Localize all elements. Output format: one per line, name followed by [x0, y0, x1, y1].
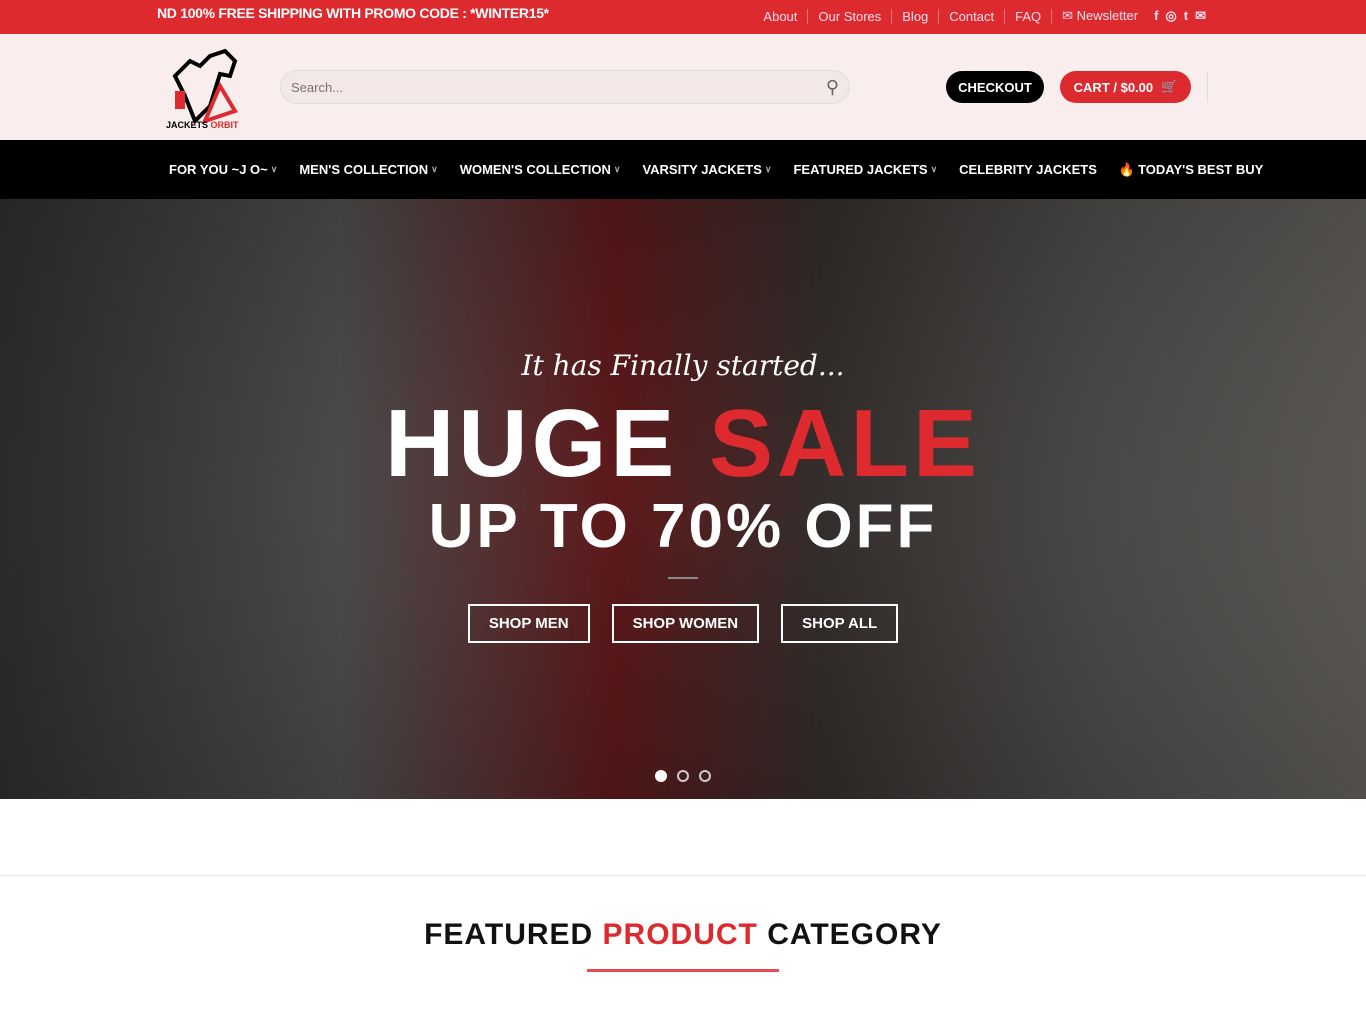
instagram-icon[interactable]: ◎	[1165, 8, 1176, 24]
divider	[1207, 72, 1208, 102]
logo-text: JACKETS ORBIT	[166, 120, 239, 130]
nav-featured-jackets[interactable]: FEATURED JACKETS ∨	[793, 162, 937, 177]
link-our-stores[interactable]: Our Stores	[808, 8, 893, 24]
title-underline	[587, 969, 779, 972]
link-contact[interactable]: Contact	[939, 8, 1006, 24]
email-icon[interactable]: ✉	[1195, 8, 1206, 24]
fire-icon: 🔥	[1118, 161, 1136, 177]
section-divider	[0, 875, 1366, 876]
search-box: ⚲	[280, 70, 850, 104]
top-bar: ND 100% FREE SHIPPING WITH PROMO CODE : …	[0, 0, 1366, 34]
nav-varsity-jackets[interactable]: VARSITY JACKETS ∨	[642, 162, 771, 177]
main-nav: FOR YOU ~J O~ ∨ MEN'S COLLECTION ∨ WOMEN'S…	[0, 140, 1366, 199]
cart-icon: 🛒	[1161, 79, 1178, 94]
slide-dot-3[interactable]	[699, 770, 711, 782]
envelope-icon: ✉	[1062, 8, 1077, 23]
slide-dot-1[interactable]	[655, 770, 667, 782]
section-title: FEATURED PRODUCT CATEGORY	[424, 918, 942, 951]
twitter-icon[interactable]: t	[1184, 8, 1188, 24]
slider-dots	[655, 770, 711, 782]
nav-celebrity-jackets[interactable]: CELEBRITY JACKETS	[959, 162, 1097, 177]
top-links: About Our Stores Blog Contact FAQ ✉ News…	[753, 8, 1206, 24]
hero-subheadline: UP TO 70% OFF	[428, 492, 938, 561]
cart-button[interactable]: CART / $0.00 🛒	[1060, 71, 1191, 103]
checkout-button[interactable]: CHECKOUT	[946, 71, 1044, 103]
hero-slider: It has Finally started... HUGE SALE UP T…	[0, 199, 1366, 799]
shop-women-button[interactable]: SHOP WOMEN	[611, 604, 760, 643]
nav-womens-collection[interactable]: WOMEN'S COLLECTION ∨	[460, 162, 621, 177]
shop-all-button[interactable]: SHOP ALL	[781, 604, 899, 643]
chevron-down-icon: ∨	[270, 164, 278, 174]
nav-todays-best-buy[interactable]: 🔥 TODAY'S BEST BUY	[1119, 162, 1263, 178]
facebook-icon[interactable]: f	[1154, 8, 1158, 24]
hero-headline: HUGE SALE	[384, 390, 982, 497]
shop-men-button[interactable]: SHOP MEN	[467, 604, 590, 643]
chevron-down-icon: ∨	[431, 164, 438, 174]
chevron-down-icon: ∨	[930, 164, 938, 174]
slide-dot-2[interactable]	[677, 770, 689, 782]
nav-for-you[interactable]: FOR YOU ~J O~ ∨	[169, 162, 277, 177]
promo-text: ND 100% FREE SHIPPING WITH PROMO CODE : …	[157, 5, 549, 21]
nav-mens-collection[interactable]: MEN'S COLLECTION ∨	[299, 162, 437, 177]
link-newsletter[interactable]: ✉ Newsletter	[1052, 8, 1148, 24]
header: JACKETS ORBIT ⚲ CHECKOUT CART / $0.00🛒	[0, 34, 1366, 140]
link-faq[interactable]: FAQ	[1005, 8, 1053, 24]
chevron-down-icon: ∨	[764, 164, 772, 174]
link-about[interactable]: About	[753, 8, 809, 24]
link-blog[interactable]: Blog	[892, 8, 940, 24]
divider	[668, 577, 698, 579]
hero-tagline: It has Finally started...	[521, 349, 845, 382]
search-input[interactable]	[291, 79, 791, 95]
search-icon[interactable]: ⚲	[826, 77, 839, 98]
chevron-down-icon: ∨	[613, 164, 621, 174]
